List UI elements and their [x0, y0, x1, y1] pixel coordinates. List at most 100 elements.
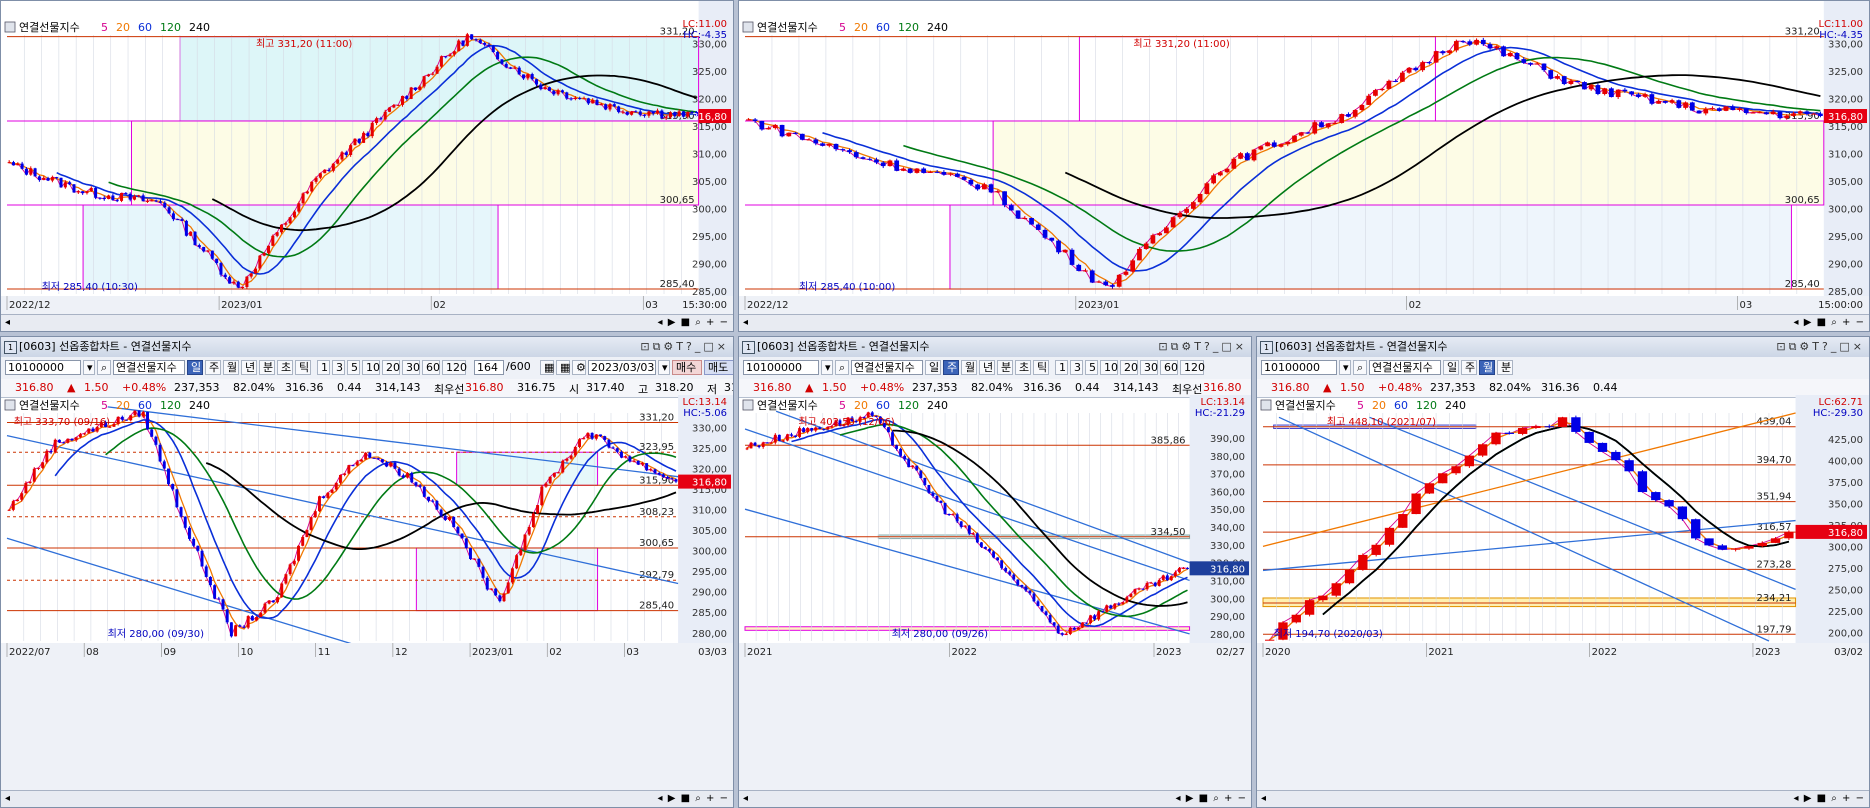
- ma-legend-item[interactable]: 20: [854, 399, 868, 412]
- code-input[interactable]: 10100000: [1261, 360, 1337, 375]
- period-button-0[interactable]: 일: [1443, 360, 1459, 375]
- buy-button[interactable]: 매수: [672, 360, 702, 375]
- ma-legend-item[interactable]: 60: [876, 399, 890, 412]
- ma-legend-item[interactable]: 20: [116, 21, 130, 34]
- code-dropdown-icon[interactable]: ▾: [83, 360, 95, 375]
- period-button-1[interactable]: 주: [205, 360, 221, 375]
- period-button-1[interactable]: 주: [1461, 360, 1477, 375]
- scroll-left-icon[interactable]: ◂: [1261, 791, 1266, 807]
- price-chart[interactable]: 330,00325,00320,00315,00310,00305,00300,…: [1, 1, 733, 317]
- text-icon[interactable]: T: [1812, 340, 1822, 353]
- ma-legend-item[interactable]: 5: [1357, 399, 1364, 412]
- minus-icon[interactable]: −: [1856, 317, 1865, 328]
- price-chart[interactable]: 330,00325,00320,00315,00310,00305,00300,…: [1, 395, 733, 793]
- interval-button-120[interactable]: 120: [442, 360, 467, 375]
- scroll-left-icon[interactable]: ◂: [658, 793, 668, 804]
- ma-legend-item[interactable]: 60: [876, 21, 890, 34]
- zoom-icon[interactable]: ⌕: [695, 317, 706, 328]
- maximize-icon[interactable]: □: [1221, 340, 1234, 353]
- chart-scrollbar[interactable]: ◂ ◂ ▶ ■ ⌕ + −: [1, 790, 733, 807]
- interval-button-10[interactable]: 10: [1100, 360, 1118, 375]
- maximize-icon[interactable]: □: [1839, 340, 1852, 353]
- text-icon[interactable]: T: [1194, 340, 1204, 353]
- setting-icon[interactable]: ⚙: [663, 340, 676, 353]
- scroll-left-icon[interactable]: ◂: [1176, 793, 1186, 804]
- search-icon[interactable]: ⌕: [1353, 360, 1367, 375]
- date-input[interactable]: 2023/03/03: [588, 360, 656, 375]
- code-dropdown-icon[interactable]: ▾: [821, 360, 833, 375]
- ma-legend-item[interactable]: 120: [898, 399, 919, 412]
- help-icon[interactable]: ?: [686, 340, 695, 353]
- ma-legend-item[interactable]: 60: [1394, 399, 1408, 412]
- ma-legend-item[interactable]: 5: [839, 21, 846, 34]
- setting-icon[interactable]: ⚙: [572, 360, 586, 375]
- chart-scrollbar[interactable]: ◂ ◂ ▶ ■ ⌕ + −: [739, 314, 1869, 331]
- pin-icon[interactable]: ⊡: [1776, 340, 1788, 353]
- scroll-left-icon[interactable]: ◂: [5, 791, 10, 807]
- period-button-5[interactable]: 초: [1015, 360, 1031, 375]
- ma-legend-item[interactable]: 5: [839, 399, 846, 412]
- stop-icon[interactable]: ■: [1817, 317, 1832, 328]
- plus-icon[interactable]: +: [1224, 793, 1238, 804]
- interval-button-120[interactable]: 120: [1180, 360, 1205, 375]
- scroll-left-icon[interactable]: ◂: [1794, 317, 1804, 328]
- ma-legend-item[interactable]: 120: [898, 21, 919, 34]
- ma-legend-item[interactable]: 120: [1416, 399, 1437, 412]
- ma-legend-item[interactable]: 20: [1372, 399, 1386, 412]
- period-button-4[interactable]: 분: [259, 360, 275, 375]
- copy-icon[interactable]: ⧉: [1171, 340, 1182, 353]
- interval-button-30[interactable]: 30: [402, 360, 420, 375]
- setting-icon[interactable]: ⚙: [1799, 340, 1812, 353]
- price-chart[interactable]: 425,00400,00375,00350,00325,00300,00275,…: [1257, 395, 1869, 793]
- zoom-icon[interactable]: ⌕: [1831, 793, 1842, 804]
- ma-legend-item[interactable]: 20: [116, 399, 130, 412]
- stop-icon[interactable]: ■: [681, 793, 696, 804]
- help-icon[interactable]: ?: [1822, 340, 1831, 353]
- interval-button-3[interactable]: 3: [332, 360, 345, 375]
- code-input[interactable]: 10100000: [5, 360, 81, 375]
- chart-menu-icon[interactable]: [742, 21, 754, 33]
- period-button-1[interactable]: 주: [943, 360, 959, 375]
- period-button-2[interactable]: 월: [223, 360, 239, 375]
- code-input[interactable]: 10100000: [743, 360, 819, 375]
- count-input[interactable]: 164: [474, 360, 504, 375]
- chart-scrollbar[interactable]: ◂ ◂ ▶ ■ ⌕ + −: [739, 790, 1251, 807]
- play-icon[interactable]: ▶: [668, 317, 681, 328]
- plus-icon[interactable]: +: [1842, 793, 1856, 804]
- interval-button-20[interactable]: 20: [382, 360, 400, 375]
- ma-legend-item[interactable]: 240: [927, 399, 948, 412]
- ma-legend-item[interactable]: 20: [854, 21, 868, 34]
- period-button-3[interactable]: 분: [1497, 360, 1513, 375]
- period-button-4[interactable]: 분: [997, 360, 1013, 375]
- scroll-left-icon[interactable]: ◂: [5, 315, 10, 331]
- ma-legend-item[interactable]: 5: [101, 21, 108, 34]
- chart-scrollbar[interactable]: ◂ ◂ ▶ ■ ⌕ + −: [1257, 790, 1869, 807]
- candle-icon[interactable]: ▦: [540, 360, 554, 375]
- minus-icon[interactable]: −: [1856, 793, 1865, 804]
- plus-icon[interactable]: +: [706, 317, 720, 328]
- zoom-icon[interactable]: ⌕: [1831, 317, 1842, 328]
- ma-legend-item[interactable]: 240: [1445, 399, 1466, 412]
- line-icon[interactable]: ▦: [556, 360, 570, 375]
- name-field[interactable]: 연결선물지수: [1369, 360, 1441, 375]
- pin-icon[interactable]: ⊡: [640, 340, 652, 353]
- period-button-2[interactable]: 월: [1479, 360, 1495, 375]
- play-icon[interactable]: ▶: [668, 793, 681, 804]
- stop-icon[interactable]: ■: [681, 317, 696, 328]
- scroll-left-icon[interactable]: ◂: [743, 791, 748, 807]
- close-icon[interactable]: ×: [717, 340, 729, 353]
- ma-legend-item[interactable]: 240: [927, 21, 948, 34]
- scroll-left-icon[interactable]: ◂: [658, 317, 668, 328]
- interval-button-1[interactable]: 1: [1055, 360, 1068, 375]
- interval-button-10[interactable]: 10: [362, 360, 380, 375]
- plus-icon[interactable]: +: [706, 793, 720, 804]
- sell-button[interactable]: 매도: [704, 360, 733, 375]
- play-icon[interactable]: ▶: [1804, 317, 1817, 328]
- scroll-left-icon[interactable]: ◂: [1794, 793, 1804, 804]
- price-chart[interactable]: 390,00 380,00 370,00 360,00 350,00 340,00 330,…: [739, 395, 1251, 793]
- period-button-6[interactable]: 틱: [295, 360, 311, 375]
- period-button-3[interactable]: 년: [241, 360, 257, 375]
- ma-legend-item[interactable]: 120: [160, 399, 181, 412]
- copy-icon[interactable]: ⧉: [653, 340, 664, 353]
- interval-button-3[interactable]: 3: [1070, 360, 1083, 375]
